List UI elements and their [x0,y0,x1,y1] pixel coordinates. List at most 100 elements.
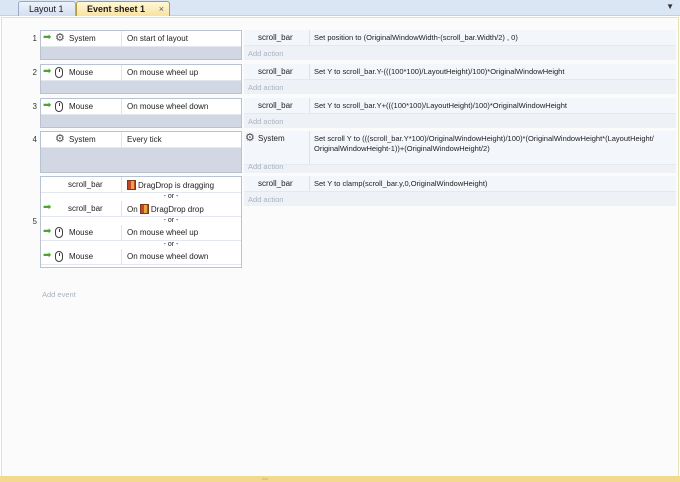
gear-icon: ⚙ [245,132,255,144]
action-row[interactable]: scroll_bar Set Y to clamp(scroll_bar.y,0… [244,176,676,192]
close-icon[interactable]: × [159,2,164,16]
add-action-link[interactable]: Add action [248,162,283,171]
arrow-right-icon: ➡ [43,32,52,43]
dragdrop-icon [127,180,136,190]
gear-icon: ⚙ [55,133,65,145]
condition-object: System [69,34,96,43]
condition-label: DragDrop drop [150,205,204,214]
condition-text: On mouse wheel down [127,252,209,261]
condition-row[interactable]: ➡ Mouse On mouse wheel down [41,249,241,265]
arrow-right-icon: ➡ [43,250,52,261]
tab-label: Event sheet 1 [87,4,146,14]
condition-object: Mouse [69,228,94,237]
action-text: Set Y to scroll_bar.Y-(((100*100)/Layout… [314,67,565,76]
action-text: Set Y to scroll_bar.Y+(((100*100)/Layout… [314,101,567,110]
tab-bar: Layout 1 Event sheet 1 × ▼ [0,0,680,16]
condition-label: DragDrop is dragging [138,181,215,190]
condition-row[interactable]: ➡ Mouse On mouse wheel up [41,65,241,81]
divider [309,176,310,191]
condition-object: scroll_bar [68,204,103,213]
divider [121,31,122,46]
dragdrop-icon [139,204,149,214]
condition-row[interactable]: ➡ Mouse On mouse wheel up [41,225,241,241]
resize-grip-icon[interactable]: ⋯ [262,476,268,482]
event-sheet: 1 ➡ ⚙ System On start of layout scroll_b… [1,17,679,479]
event-number: 3 [32,102,37,111]
add-action-link[interactable]: Add action [248,49,283,58]
or-separator: - or - [41,193,241,201]
divider [121,201,122,216]
condition-row[interactable]: ➡ Mouse On mouse wheel down [41,99,241,115]
condition-object: Mouse [69,102,94,111]
or-separator: - or - [41,241,241,249]
condition-row[interactable]: ⚙ System Every tick [41,132,241,148]
divider [121,225,122,240]
action-text: Set scroll Y to (((scroll_bar.Y*100)/Ori… [314,134,674,154]
action-text: Set position to (OriginalWindowWidth-(sc… [314,33,518,42]
condition-row[interactable]: scroll_bar DragDrop is dragging [41,177,241,193]
condition-block[interactable]: ➡ Mouse On mouse wheel up [40,64,242,94]
condition-text: On mouse wheel down [127,102,209,111]
condition-text: On DragDrop drop [127,204,204,214]
condition-object: Mouse [69,68,94,77]
condition-prefix: On [127,205,138,214]
tab-layout-1[interactable]: Layout 1 [18,1,76,16]
arrow-right-icon: ➡ [43,226,52,237]
condition-object: scroll_bar [68,180,103,189]
action-row[interactable]: scroll_bar Set Y to scroll_bar.Y-(((100*… [244,64,676,80]
event-number: 2 [32,68,37,77]
condition-text: On mouse wheel up [127,228,199,237]
divider [309,30,310,45]
action-block: scroll_bar Set position to (OriginalWind… [244,30,676,60]
mouse-icon [55,101,67,113]
or-separator: - or - [41,217,241,225]
condition-object: Mouse [69,252,94,261]
arrow-right-icon: ➡ [43,66,52,77]
action-row[interactable]: scroll_bar Set Y to scroll_bar.Y+(((100*… [244,98,676,114]
event-number: 4 [32,135,37,144]
gear-icon: ⚙ [55,32,65,44]
divider [121,249,122,264]
arrow-right-icon: ➡ [43,202,52,213]
divider [121,132,122,147]
chevron-down-icon[interactable]: ▼ [666,2,674,11]
action-object: scroll_bar [258,179,293,188]
action-row[interactable]: ⚙ System Set scroll Y to (((scroll_bar.Y… [244,131,676,165]
mouse-icon [55,67,67,79]
condition-row[interactable]: ➡ scroll_bar On DragDrop drop [41,201,241,217]
divider [309,64,310,79]
action-row[interactable]: scroll_bar Set position to (OriginalWind… [244,30,676,46]
status-strip [0,476,680,482]
event-number: 1 [32,34,37,43]
condition-text: On mouse wheel up [127,68,199,77]
action-block: ⚙ System Set scroll Y to (((scroll_bar.Y… [244,131,676,173]
action-object: scroll_bar [258,67,293,76]
divider [309,98,310,113]
tab-event-sheet-1[interactable]: Event sheet 1 × [76,1,170,16]
condition-block[interactable]: ➡ Mouse On mouse wheel down [40,98,242,128]
add-action-link[interactable]: Add action [248,83,283,92]
action-object: System [258,134,285,143]
add-event-link[interactable]: Add event [42,290,76,299]
action-object: scroll_bar [258,33,293,42]
condition-text: DragDrop is dragging [127,180,214,190]
tab-label: Layout 1 [29,4,64,14]
action-object: scroll_bar [258,101,293,110]
add-action-link[interactable]: Add action [248,117,283,126]
condition-row[interactable]: ➡ ⚙ System On start of layout [41,31,241,47]
divider [121,65,122,80]
action-text-line-1: Set scroll Y to (((scroll_bar.Y*100)/Ori… [314,134,654,143]
condition-object: System [69,135,96,144]
mouse-icon [55,227,67,239]
condition-text: Every tick [127,135,162,144]
action-block: scroll_bar Set Y to scroll_bar.Y-(((100*… [244,64,676,94]
event-number: 5 [32,217,37,226]
add-action-link[interactable]: Add action [248,195,283,204]
action-block: scroll_bar Set Y to clamp(scroll_bar.y,0… [244,176,676,206]
condition-block[interactable]: ⚙ System Every tick [40,131,242,173]
mouse-icon [55,251,67,263]
action-block: scroll_bar Set Y to scroll_bar.Y+(((100*… [244,98,676,128]
condition-block[interactable]: ➡ ⚙ System On start of layout [40,30,242,60]
condition-block[interactable]: scroll_bar DragDrop is dragging - or - ➡… [40,176,242,268]
condition-text: On start of layout [127,34,188,43]
